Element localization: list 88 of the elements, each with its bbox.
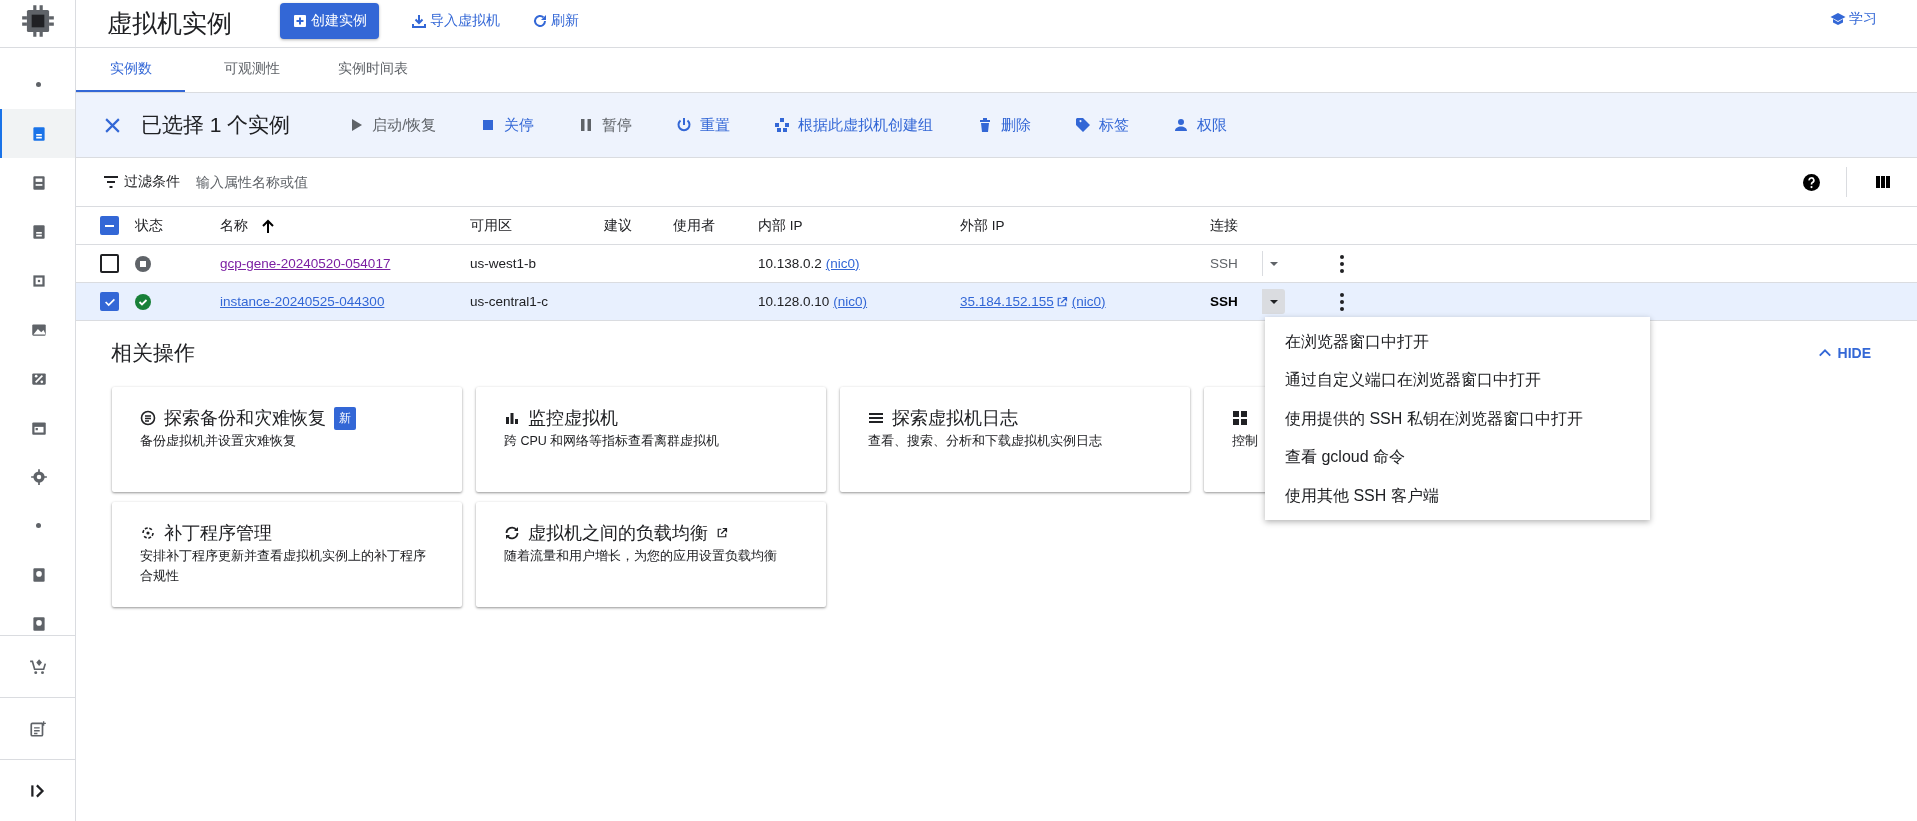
column-header[interactable]: 状态 [135,216,163,235]
menu-item[interactable]: 通过自定义端口在浏览器窗口中打开 [1265,361,1650,400]
create-instance-button[interactable]: 创建实例 [280,2,379,39]
column-header[interactable]: 连接 [1210,216,1238,235]
filter-field[interactable]: 输入属性名称或值 [194,173,498,191]
refresh-icon [532,12,548,29]
toolbar-button[interactable]: 标签 [1075,115,1130,135]
grid-icon [1232,410,1248,426]
help-icon[interactable] [1803,173,1820,191]
columns-icon[interactable] [1875,174,1891,190]
ssh-dropdown-button[interactable] [1262,289,1285,314]
table-row[interactable]: instance-20240525-044300 us-central1-c 10.128.0.10 (nic0) 35.184.152.155 (nic0) SSH [76,283,1917,321]
tab[interactable]: 实例时间表 [318,48,427,92]
close-icon[interactable] [104,116,121,134]
person-icon [1173,117,1190,133]
sidebar-item[interactable] [0,109,75,158]
more-options-icon[interactable] [1340,254,1344,273]
instance-name-link[interactable]: gcp-gene-20240520-054017 [220,256,391,271]
bar-chart-icon [504,410,520,426]
action-card[interactable]: 探索备份和灾难恢复 新 备份虚拟机并设置灾难恢复 [112,387,462,492]
backup-icon [140,410,156,426]
import-vm-button[interactable]: 导入虚拟机 [411,11,500,30]
ip-address: 10.138.0.2 [758,256,822,271]
graduation-cap-icon [1830,10,1846,27]
nic-link[interactable]: (nic0) [825,256,860,271]
card-description: 备份虚拟机并设置灾难恢复 [140,433,297,450]
tag-icon [1075,117,1092,133]
more-options-icon[interactable] [1340,292,1344,311]
menu-item[interactable]: 在浏览器窗口中打开 [1265,323,1650,362]
row-checkbox[interactable] [100,292,119,311]
card-description: 控制 [1232,433,1259,450]
filter-label: 过滤条件 [124,173,180,191]
toolbar-button[interactable]: 关停 [480,115,535,135]
toolbar-button[interactable]: 重置 [676,115,731,135]
new-badge: 新 [334,406,356,430]
row-checkbox[interactable] [100,254,119,273]
action-card[interactable]: 虚拟机之间的负载均衡 随着流量和用户增长，为您的应用设置负载均衡 [476,502,826,607]
table-cell: us-central1-c [470,294,549,309]
learn-link[interactable]: 学习 [1830,9,1877,28]
card-title: 探索虚拟机日志 [892,407,1018,430]
refresh-button[interactable]: 刷新 [532,11,579,30]
card-description: 随着流量和用户增长，为您的应用设置负载均衡 [504,548,778,565]
ssh-button[interactable]: SSH [1210,256,1238,271]
nic-link[interactable]: (nic0) [833,294,868,309]
card-title: 补丁程序管理 [164,522,272,545]
card-title: 探索备份和灾难恢复 [164,407,326,430]
notes-icon[interactable] [28,719,47,738]
menu-item[interactable]: 使用其他 SSH 客户端 [1265,477,1650,516]
column-header[interactable]: 使用者 [673,216,715,235]
hide-button[interactable]: HIDE [1811,344,1877,362]
column-header[interactable]: 建议 [604,216,632,235]
plus-icon [292,12,308,29]
menu-item[interactable]: 使用提供的 SSH 私钥在浏览器窗口中打开 [1265,400,1650,439]
card-title: 监控虚拟机 [528,407,618,430]
toolbar-button[interactable]: 根据此虚拟机创建组 [774,115,934,135]
list-icon [868,410,884,426]
ssh-button[interactable]: SSH [1210,294,1238,309]
tab[interactable]: 可观测性 [197,48,306,92]
menu-item[interactable]: 查看 gcloud 命令 [1265,438,1650,477]
selection-count: 已选择 1 个实例 [141,112,291,138]
section-title: 相关操作 [111,340,195,366]
toolbar-button[interactable]: 权限 [1173,115,1228,135]
card-description: 跨 CPU 和网络等指标查看离群虚拟机 [504,433,721,450]
ip-address: 10.128.0.10 [758,294,830,309]
table-cell: us-west1-b [470,256,537,271]
filter-icon[interactable] [103,174,119,190]
column-header[interactable]: 名称 [220,216,248,235]
instance-name-link[interactable]: instance-20240525-044300 [220,294,385,309]
download-icon [411,12,427,29]
action-card[interactable]: 补丁程序管理 安排补丁程序更新并查看虚拟机实例上的补丁程序合规性 [112,502,462,607]
cart-icon[interactable] [28,657,47,676]
card-description: 安排补丁程序更新并查看虚拟机实例上的补丁程序合规性 [140,548,427,585]
page-title: 虚拟机实例 [107,8,233,39]
action-card[interactable]: 监控虚拟机 跨 CPU 和网络等指标查看离群虚拟机 [476,387,826,492]
card-description: 查看、搜索、分析和下载虚拟机实例日志 [868,433,1103,450]
toolbar-button[interactable]: 删除 [977,115,1032,135]
external-ip-link[interactable]: 35.184.152.155 [960,294,1054,309]
select-all-checkbox[interactable] [100,216,119,235]
sort-ascending-icon[interactable] [260,217,276,234]
action-card[interactable]: 探索虚拟机日志 查看、搜索、分析和下载虚拟机实例日志 [840,387,1190,492]
nic-link[interactable]: (nic0) [1071,294,1106,309]
group-icon [774,117,791,133]
column-header[interactable]: 可用区 [470,216,512,235]
column-header[interactable]: 内部 IP [758,216,803,235]
card-title: 虚拟机之间的负载均衡 [528,522,708,545]
power-icon [676,117,693,133]
column-header[interactable]: 外部 IP [960,216,1005,235]
external-link-icon[interactable] [716,527,728,539]
